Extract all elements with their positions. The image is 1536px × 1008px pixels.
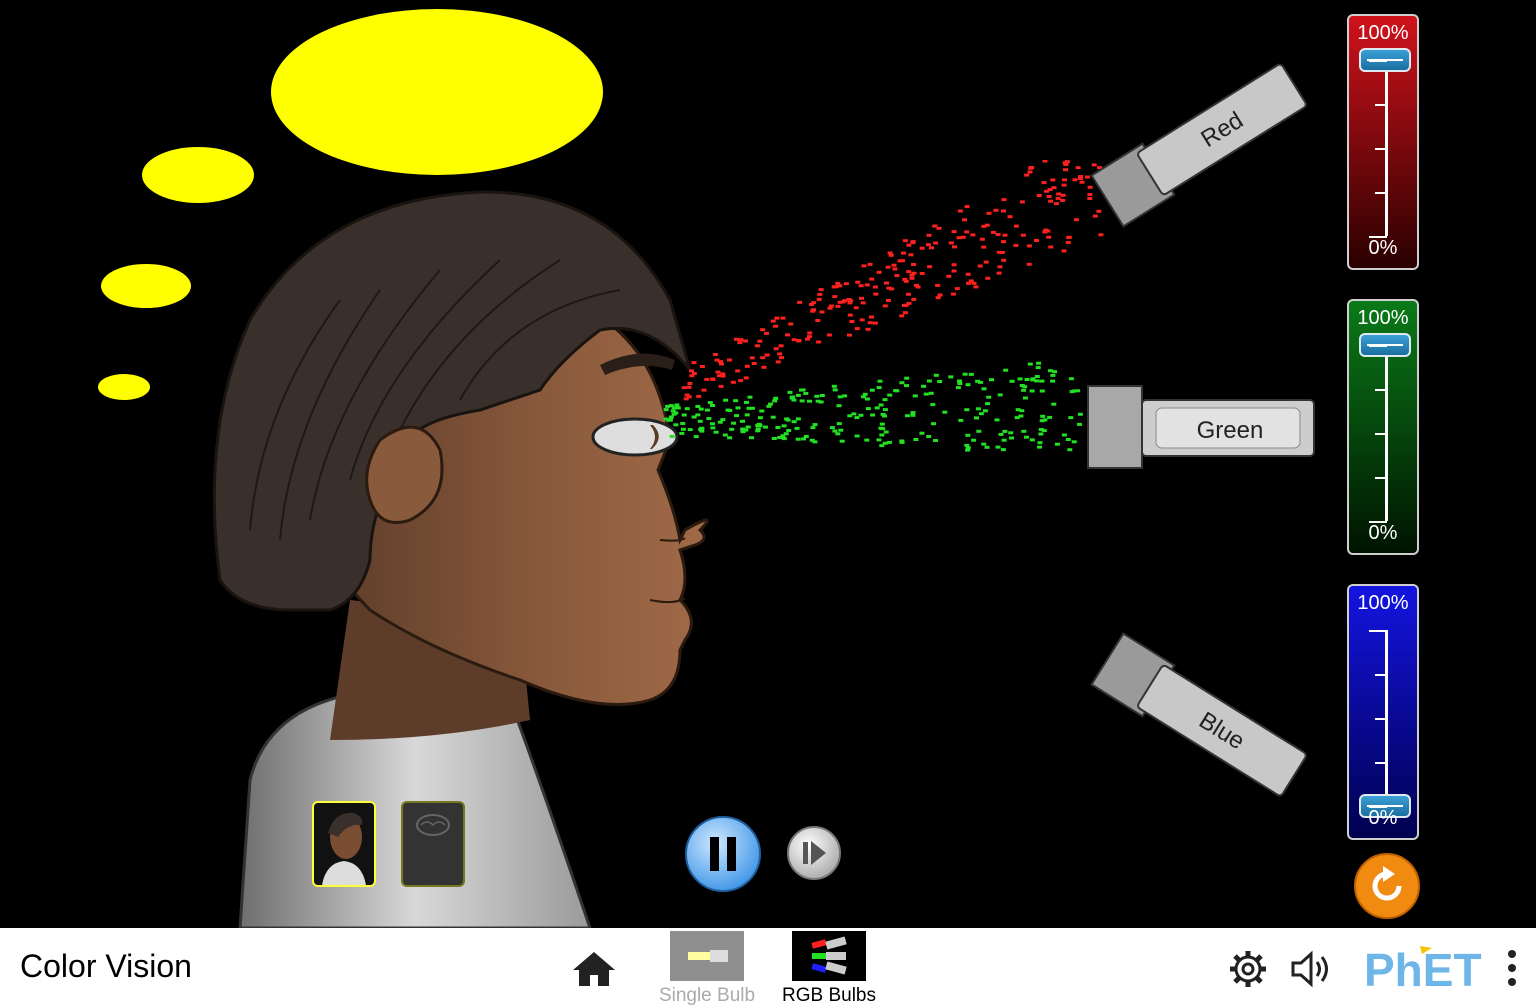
blue-slider-tick <box>1375 718 1387 720</box>
green-intensity-slider[interactable]: 100% 0% <box>1347 299 1419 555</box>
red-flashlight: Red <box>1090 63 1307 228</box>
green-slider-min-label: 0% <box>1368 522 1398 544</box>
home-button[interactable] <box>571 948 617 988</box>
rgb-bulbs-screen-button[interactable] <box>792 931 866 981</box>
blue-slider-tick <box>1375 762 1387 764</box>
red-intensity-slider[interactable]: 100% 0% <box>1347 14 1419 270</box>
navigation-bar: Color Vision Single Bulb RGB Bulbs PhET <box>0 928 1536 1008</box>
blue-slider-tick <box>1369 806 1387 808</box>
red-slider-tick <box>1369 60 1387 62</box>
red-slider-tick <box>1375 192 1387 194</box>
view-brain-button[interactable] <box>401 801 465 887</box>
settings-icon <box>1230 951 1266 987</box>
photon-beams <box>663 160 1105 452</box>
step-button[interactable] <box>786 825 842 881</box>
menu-icon <box>1508 950 1516 986</box>
blue-slider-tick <box>1375 674 1387 676</box>
reset-all-button[interactable] <box>1353 852 1421 920</box>
menu-button[interactable] <box>1502 946 1522 992</box>
sim-title: Color Vision <box>20 948 192 984</box>
home-icon <box>573 952 615 986</box>
thought-bubble-large <box>271 9 603 175</box>
red-photons <box>681 160 1105 401</box>
rgb-bulbs-label[interactable]: RGB Bulbs <box>772 985 886 1007</box>
phet-logo[interactable]: PhET <box>1362 942 1496 998</box>
red-slider-max-label: 100% <box>1357 22 1409 44</box>
brain-thumbnail-icon <box>416 814 450 836</box>
single-bulb-thumbnail-icon <box>688 950 728 962</box>
thought-bubble-tiny <box>98 374 150 400</box>
green-slider-tick <box>1369 521 1387 523</box>
blue-slider-min-label: 0% <box>1368 807 1398 829</box>
green-slider-tick <box>1375 389 1387 391</box>
red-slider-tick <box>1375 104 1387 106</box>
green-photons <box>663 361 1083 452</box>
green-slider-tick <box>1375 433 1387 435</box>
blue-intensity-slider[interactable]: 100% 0% <box>1347 584 1419 840</box>
settings-button[interactable] <box>1227 948 1269 990</box>
view-head-button[interactable] <box>312 801 376 887</box>
red-slider-tick <box>1375 148 1387 150</box>
head-thumbnail-icon <box>314 803 374 885</box>
green-slider-tick <box>1369 345 1387 347</box>
red-slider-min-label: 0% <box>1368 237 1398 259</box>
single-bulb-label[interactable]: Single Bulb <box>650 985 764 1007</box>
sim-stage: Red Green Blue 100% 0% 100% 0% 100% 0% <box>0 0 1536 928</box>
thought-bubble-small <box>101 264 191 308</box>
green-slider-max-label: 100% <box>1357 307 1409 329</box>
pause-button[interactable] <box>684 815 762 893</box>
blue-slider-max-label: 100% <box>1357 592 1409 614</box>
sound-button[interactable] <box>1289 948 1337 990</box>
green-flashlight-label: Green <box>1197 417 1264 444</box>
blue-flashlight: Blue <box>1090 632 1307 797</box>
blue-slider-tick <box>1369 630 1387 632</box>
green-slider-tick <box>1375 477 1387 479</box>
green-flashlight: Green <box>1087 385 1315 469</box>
rgb-bulbs-thumbnail-icon <box>811 936 847 975</box>
single-bulb-screen-button[interactable] <box>670 931 744 981</box>
sound-icon <box>1291 950 1328 988</box>
red-slider-tick <box>1369 236 1387 238</box>
